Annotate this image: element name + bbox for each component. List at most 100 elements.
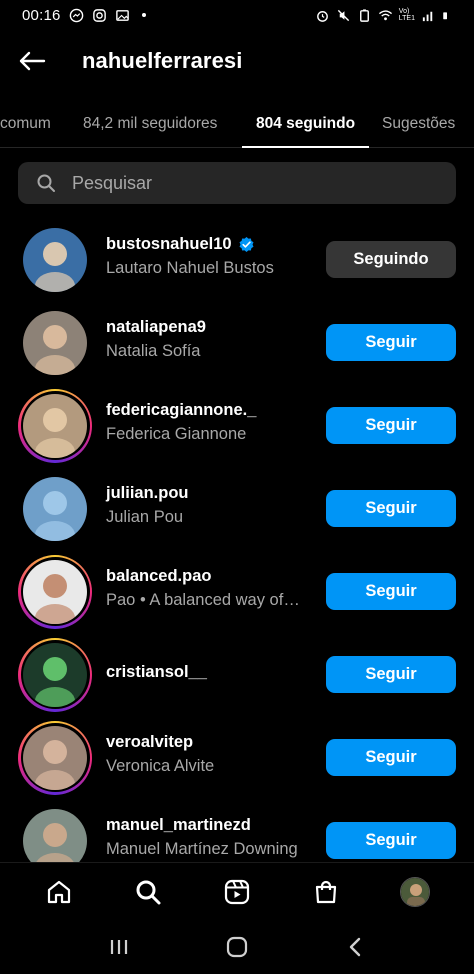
username: nataliapena9 — [106, 318, 316, 337]
avatar-container[interactable] — [18, 472, 92, 546]
alarm-icon — [316, 10, 328, 22]
user-row[interactable]: balanced.pao Pao • A balanced way of… Segu… — [0, 550, 474, 633]
wifi-icon — [378, 9, 392, 20]
battery-icon — [443, 11, 447, 19]
avatar — [23, 559, 87, 624]
follow-button[interactable]: Seguir — [326, 822, 456, 859]
user-row[interactable]: manuel_martinezd Manuel Martínez Downing S… — [0, 799, 474, 862]
full-name: Federica Giannone — [106, 425, 247, 443]
mute-icon — [337, 9, 349, 21]
tab-suggestions[interactable]: Sugestões — [382, 100, 455, 148]
tab-bar: comum 84,2 mil seguidores 804 seguindo S… — [0, 100, 474, 148]
following-button[interactable]: Seguindo — [326, 241, 456, 278]
user-row[interactable]: veroalvitep Veronica Alvite Seguir — [0, 716, 474, 799]
user-info[interactable]: bustosnahuel10 Lautaro Nahuel Bustos — [106, 235, 316, 278]
search-icon — [136, 880, 161, 904]
user-info[interactable]: nataliapena9 Natalia Sofía — [106, 318, 316, 361]
user-row[interactable]: cristiansol__ Seguir — [0, 633, 474, 716]
follow-button[interactable]: Seguir — [326, 490, 456, 527]
follow-button[interactable]: Seguir — [326, 656, 456, 693]
username: balanced.pao — [106, 567, 316, 586]
shop-icon — [316, 880, 337, 903]
tab-following[interactable]: 804 seguindo — [256, 100, 355, 148]
arrow-left-icon — [19, 51, 46, 71]
user-row[interactable]: bustosnahuel10 Lautaro Nahuel Bustos Segui… — [0, 218, 474, 301]
username: federicagiannone._ — [106, 401, 316, 420]
avatar — [23, 808, 87, 862]
home-icon — [47, 880, 70, 903]
user-row[interactable]: nataliapena9 Natalia Sofía Seguir — [0, 301, 474, 384]
username: juliian.pou — [106, 484, 316, 503]
story-ring[interactable] — [18, 554, 92, 629]
story-ring[interactable] — [18, 637, 92, 712]
status-time: 00:16 — [22, 6, 61, 24]
dot-indicator — [141, 13, 146, 17]
user-info[interactable]: cristiansol__ — [106, 663, 316, 682]
verified-badge-icon — [239, 236, 254, 253]
nav-search[interactable] — [118, 863, 178, 921]
follow-button[interactable]: Seguir — [326, 573, 456, 610]
story-ring[interactable] — [18, 388, 92, 463]
user-info[interactable]: juliian.pou Julian Pou — [106, 484, 316, 527]
avatar-container[interactable] — [18, 223, 92, 297]
bottom-nav — [0, 862, 474, 920]
recents-icon — [110, 940, 128, 954]
home-circle-icon — [226, 936, 248, 958]
full-name: Manuel Martínez Downing — [106, 840, 298, 858]
avatar — [23, 310, 87, 375]
back-chevron-icon — [349, 937, 361, 957]
nav-home[interactable] — [29, 863, 89, 921]
avatar — [23, 227, 87, 292]
tab-mutual[interactable]: comum — [0, 100, 51, 148]
full-name: Lautaro Nahuel Bustos — [106, 259, 274, 277]
gallery-icon — [115, 9, 129, 21]
full-name: Pao • A balanced way of… — [106, 591, 300, 609]
network-label: Vo) LTE1 — [398, 8, 415, 22]
reels-icon — [224, 879, 250, 904]
nav-reels[interactable] — [207, 863, 267, 921]
instagram-icon — [92, 8, 106, 22]
recents-button[interactable] — [89, 920, 149, 974]
username-text: bustosnahuel10 — [106, 235, 232, 253]
username-text: juliian.pou — [106, 484, 189, 502]
nav-shop[interactable] — [296, 863, 356, 921]
avatar-container[interactable] — [18, 804, 92, 862]
username-text: cristiansol__ — [106, 663, 207, 681]
username-text: balanced.pao — [106, 567, 212, 585]
avatar — [23, 642, 87, 707]
username-text: federicagiannone._ — [106, 401, 257, 419]
user-row[interactable]: juliian.pou Julian Pou Seguir — [0, 467, 474, 550]
home-system-button[interactable] — [207, 920, 267, 974]
status-bar: 00:16 Vo) LTE1 — [0, 0, 474, 30]
messenger-icon — [69, 8, 83, 22]
follow-button[interactable]: Seguir — [326, 324, 456, 361]
username-text: nataliapena9 — [106, 318, 206, 336]
search-input[interactable] — [72, 172, 412, 194]
battery-saver-icon — [359, 8, 369, 22]
username: veroalvitep — [106, 733, 316, 752]
avatar-container[interactable] — [18, 306, 92, 380]
username-text: manuel_martinezd — [106, 816, 251, 834]
follow-button[interactable]: Seguir — [326, 407, 456, 444]
story-ring[interactable] — [18, 720, 92, 795]
back-button[interactable] — [0, 38, 64, 84]
user-info[interactable]: federicagiannone._ Federica Giannone — [106, 401, 316, 444]
page-title: nahuelferraresi — [82, 48, 243, 73]
user-row[interactable]: federicagiannone._ Federica Giannone Segui… — [0, 384, 474, 467]
username: bustosnahuel10 — [106, 235, 316, 254]
tab-followers[interactable]: 84,2 mil seguidores — [83, 100, 217, 148]
system-nav — [0, 920, 474, 974]
username: manuel_martinezd — [106, 816, 316, 835]
nav-profile[interactable] — [385, 863, 445, 921]
full-name: Natalia Sofía — [106, 342, 201, 360]
search-bar[interactable] — [18, 162, 456, 204]
following-list: bustosnahuel10 Lautaro Nahuel Bustos Segui… — [0, 218, 474, 862]
user-info[interactable]: veroalvitep Veronica Alvite — [106, 733, 316, 776]
search-icon — [37, 174, 55, 192]
active-tab-indicator — [242, 146, 369, 148]
user-info[interactable]: balanced.pao Pao • A balanced way of… — [106, 567, 316, 610]
follow-button[interactable]: Seguir — [326, 739, 456, 776]
back-system-button[interactable] — [325, 920, 385, 974]
avatar — [23, 393, 87, 458]
user-info[interactable]: manuel_martinezd Manuel Martínez Downing — [106, 816, 316, 859]
